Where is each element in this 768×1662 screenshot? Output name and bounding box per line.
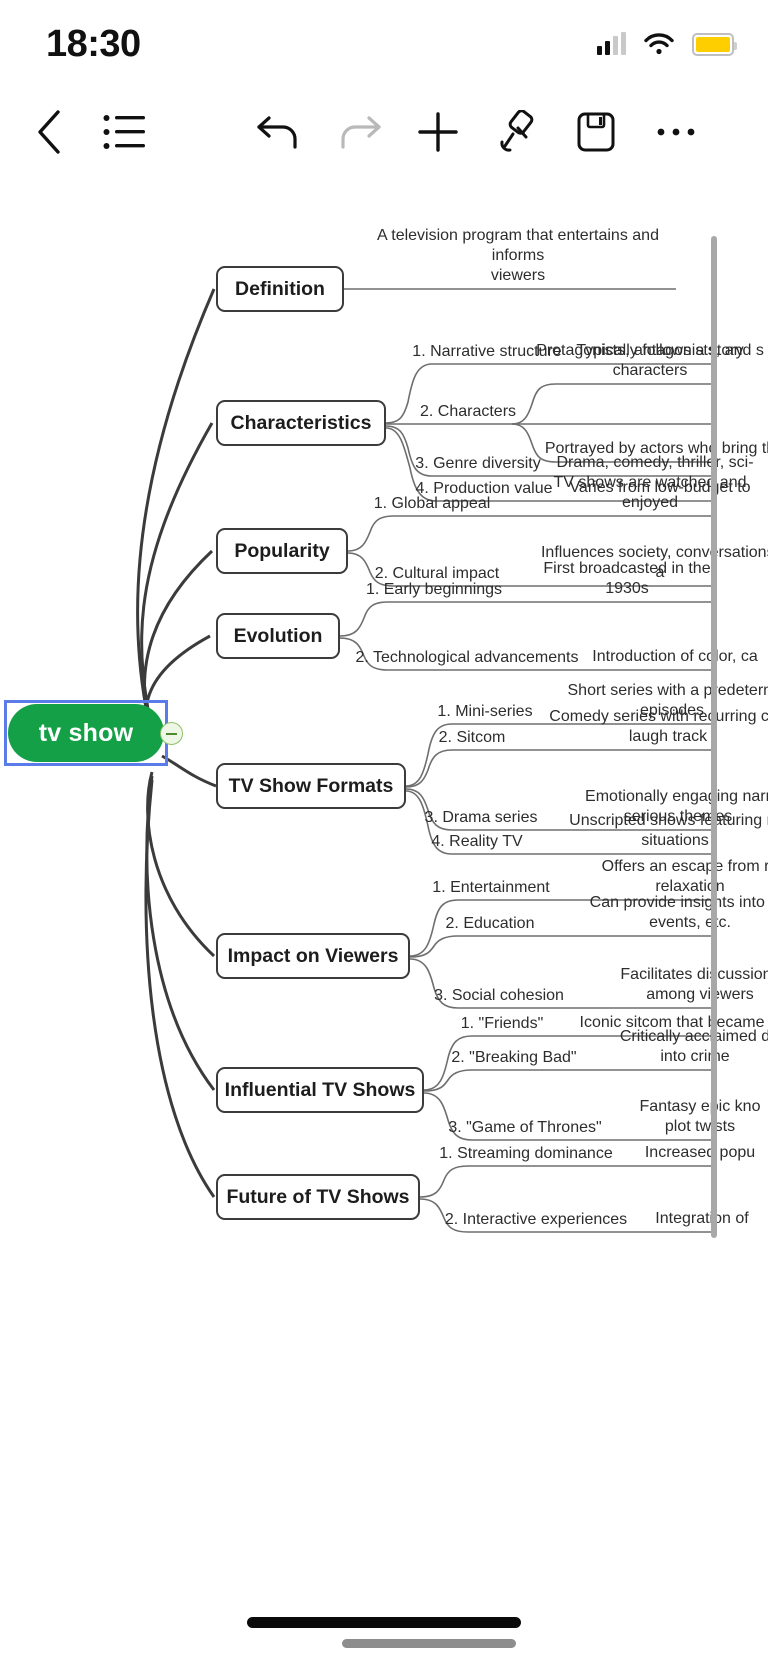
leaf-title[interactable]: 2. "Breaking Bad" bbox=[451, 1049, 576, 1067]
leaf-desc[interactable]: Drama, comedy, thriller, sci- bbox=[555, 453, 755, 473]
leaf-title[interactable]: 3. Drama series bbox=[425, 809, 538, 827]
root-node[interactable]: tv show bbox=[8, 704, 164, 762]
back-chevron-icon[interactable] bbox=[22, 104, 78, 160]
branch-node-characteristics[interactable]: Characteristics bbox=[216, 400, 386, 446]
leaf-desc[interactable]: TV shows are watched and enjoyed bbox=[535, 473, 765, 513]
outline-list-icon[interactable] bbox=[96, 104, 152, 160]
signal-bars-icon bbox=[597, 32, 626, 55]
leaf-title[interactable]: 2. Interactive experiences bbox=[445, 1211, 627, 1229]
undo-icon[interactable] bbox=[250, 104, 306, 160]
leaf-title[interactable]: 1. Entertainment bbox=[432, 879, 549, 897]
branch-label: TV Show Formats bbox=[228, 774, 394, 797]
branch-node-future-of-tv-shows[interactable]: Future of TV Shows bbox=[216, 1174, 420, 1220]
leaf-desc[interactable]: Can provide insights into diffevents, et… bbox=[565, 893, 768, 933]
branch-label: Future of TV Shows bbox=[226, 1185, 410, 1208]
leaf-title[interactable]: 2. Education bbox=[446, 915, 535, 933]
save-floppy-icon[interactable] bbox=[568, 104, 624, 160]
leaf-title[interactable]: 4. Reality TV bbox=[431, 833, 522, 851]
leaf-title[interactable]: 1. "Friends" bbox=[461, 1015, 544, 1033]
leaf-desc[interactable]: Comedy series with recurring cha laugh tr… bbox=[543, 707, 768, 747]
leaf-desc[interactable]: A television program that entertains and… bbox=[368, 226, 668, 286]
leaf-desc[interactable]: Protagonists, antagonists, and s characte… bbox=[530, 341, 768, 381]
redo-icon[interactable] bbox=[332, 104, 388, 160]
leaf-title[interactable]: 1. Early beginnings bbox=[366, 581, 502, 599]
branch-node-impact-on-viewers[interactable]: Impact on Viewers bbox=[216, 933, 410, 979]
more-options-icon[interactable] bbox=[648, 104, 704, 160]
branch-node-influential-tv-shows[interactable]: Influential TV Shows bbox=[216, 1067, 424, 1113]
mindmap-layer: tv show Definition Characteristics Popul… bbox=[0, 176, 768, 1544]
leaf-desc[interactable]: Facilitates discussions among viewers bbox=[595, 965, 768, 1005]
leaf-desc[interactable]: Offers an escape from re relaxation bbox=[575, 857, 768, 897]
branch-label: Impact on Viewers bbox=[227, 944, 399, 967]
app-toolbar bbox=[0, 88, 768, 176]
branch-node-tv-show-formats[interactable]: TV Show Formats bbox=[216, 763, 406, 809]
leaf-desc[interactable]: Critically acclaimed d into crime bbox=[590, 1027, 768, 1067]
leaf-title[interactable]: 3. "Game of Thrones" bbox=[448, 1119, 601, 1137]
leaf-title[interactable]: 3. Social cohesion bbox=[434, 987, 564, 1005]
leaf-title[interactable]: 2. Technological advancements bbox=[356, 649, 579, 667]
branch-label: Influential TV Shows bbox=[224, 1078, 416, 1101]
branch-label: Evolution bbox=[233, 624, 323, 647]
branch-node-evolution[interactable]: Evolution bbox=[216, 613, 340, 659]
status-time: 18:30 bbox=[46, 22, 141, 65]
leaf-desc[interactable]: Introduction of color, ca bbox=[575, 647, 768, 667]
plus-icon[interactable] bbox=[410, 104, 466, 160]
root-node-label: tv show bbox=[38, 718, 134, 747]
leaf-desc[interactable]: First broadcasted in the 1930s bbox=[527, 559, 727, 599]
leaf-desc[interactable]: Unscripted shows featuring re situations bbox=[550, 811, 768, 851]
home-indicator bbox=[247, 1617, 521, 1628]
leaf-title[interactable]: 2. Characters bbox=[420, 403, 516, 421]
leaf-desc[interactable]: Fantasy epic kno plot twists bbox=[610, 1097, 768, 1137]
vertical-scrollbar[interactable] bbox=[711, 236, 717, 1238]
branch-node-popularity[interactable]: Popularity bbox=[216, 528, 348, 574]
leaf-title[interactable]: 2. Sitcom bbox=[439, 729, 506, 747]
leaf-title[interactable]: 3. Genre diversity bbox=[415, 455, 540, 473]
branch-label: Definition bbox=[235, 277, 325, 300]
root-collapse-toggle[interactable] bbox=[160, 722, 183, 745]
horizontal-scrollbar[interactable] bbox=[342, 1639, 516, 1648]
battery-icon bbox=[692, 32, 737, 56]
branch-node-definition[interactable]: Definition bbox=[216, 266, 344, 312]
status-indicators bbox=[597, 32, 737, 56]
status-bar: 18:30 bbox=[0, 0, 768, 88]
leaf-title[interactable]: 1. Streaming dominance bbox=[439, 1145, 612, 1163]
leaf-title[interactable]: 1. Mini-series bbox=[437, 703, 532, 721]
branch-label: Popularity bbox=[234, 539, 330, 562]
wifi-icon bbox=[644, 33, 674, 55]
leaf-desc[interactable]: Increased popu bbox=[620, 1143, 768, 1163]
leaf-title[interactable]: 1. Global appeal bbox=[374, 495, 491, 513]
paint-brush-icon[interactable] bbox=[490, 104, 546, 160]
branch-label: Characteristics bbox=[230, 411, 372, 434]
mindmap-canvas[interactable]: tv show Definition Characteristics Popul… bbox=[0, 176, 768, 1544]
leaf-desc[interactable]: Integration of bbox=[622, 1209, 768, 1229]
